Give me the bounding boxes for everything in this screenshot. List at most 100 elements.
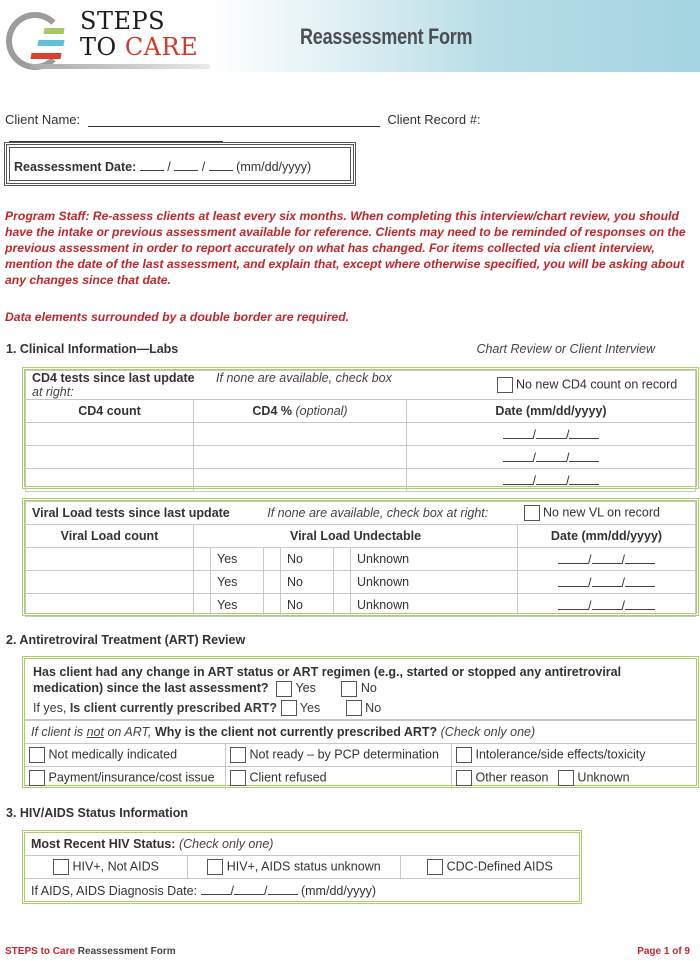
vl-yes-checkbox[interactable]: [193, 547, 211, 571]
cd4-heading: CD4 tests since last update If none are …: [25, 370, 407, 400]
cd4-count-field[interactable]: [25, 445, 194, 469]
vl-heading-row: Viral Load tests since last update If no…: [25, 501, 696, 525]
reason-label: Intolerance/side effects/toxicity: [475, 747, 646, 762]
cd4-date-field[interactable]: / /: [406, 422, 696, 446]
page-number: Page 1 of 9: [637, 946, 690, 957]
table-row: / /: [25, 468, 696, 492]
logo-line1: STEPS: [80, 7, 166, 35]
cd4-percent-field[interactable]: [193, 445, 407, 469]
hiv-option-label: HIV+, Not AIDS: [72, 859, 159, 874]
vl-date-field[interactable]: / /: [517, 570, 696, 594]
hiv-option-label: CDC-Defined AIDS: [446, 859, 553, 874]
reason-item: Client refused: [225, 766, 452, 790]
reason-checkbox[interactable]: [456, 747, 472, 764]
art-q2-prefix: If yes,: [33, 700, 67, 715]
hiv-status-hint: (Check only one): [175, 837, 274, 851]
logo-step-red-icon: [30, 53, 62, 59]
art-q1: Has client had any change in ART status …: [33, 664, 688, 697]
vl-unknown-checkbox[interactable]: [333, 547, 351, 571]
vl-yes-checkbox[interactable]: [193, 593, 211, 617]
date-format-hint: (mm/dd/yyyy): [236, 160, 312, 174]
reassessment-day-field[interactable]: [174, 158, 199, 171]
hiv-option-checkbox[interactable]: [53, 859, 69, 875]
art-q3-not: not: [86, 725, 104, 740]
staff-instructions: Program Staff: Re-assess clients at leas…: [5, 209, 686, 287]
client-name-label: Client Name:: [5, 112, 81, 127]
art-q1-yes-checkbox[interactable]: [276, 680, 292, 697]
vl-count-field[interactable]: [25, 547, 194, 571]
reason-checkbox[interactable]: [456, 770, 472, 787]
reason-checkbox[interactable]: [230, 770, 246, 787]
vl-no-checkbox[interactable]: [263, 570, 281, 594]
hiv-option: HIV+, AIDS status unknown: [187, 855, 401, 879]
vl-no-label: No: [280, 547, 334, 571]
cd4-count-field[interactable]: [25, 468, 194, 492]
art-q1-no-checkbox[interactable]: [341, 680, 358, 697]
vl-no-checkbox[interactable]: [263, 547, 281, 571]
client-name-field[interactable]: [87, 112, 380, 127]
reassessment-month-field[interactable]: [139, 158, 164, 171]
reason-checkbox[interactable]: [29, 747, 45, 764]
hiv-status-label: Most Recent HIV Status:: [31, 837, 176, 851]
art-q1-text: Has client had any change in ART status …: [33, 665, 622, 695]
reason-checkbox[interactable]: [230, 747, 246, 764]
vl-yes-checkbox[interactable]: [193, 570, 211, 594]
logo-line2a: TO: [80, 33, 125, 61]
art-q3-hint: (Check only one): [437, 725, 536, 740]
hiv-option-checkbox[interactable]: [427, 859, 444, 875]
reason-row: Payment/insurance/cost issue Client refu…: [25, 766, 696, 790]
cd4-heading-row: CD4 tests since last update If none are …: [25, 370, 696, 400]
reason-label: Not medically indicated: [48, 747, 178, 762]
client-record-field[interactable]: [9, 127, 223, 142]
aids-year-field[interactable]: [267, 882, 298, 895]
vl-date-field[interactable]: / /: [517, 547, 696, 571]
cd4-percent-field[interactable]: [193, 468, 407, 492]
hiv-option-checkbox[interactable]: [207, 859, 224, 875]
vl-box: Viral Load tests since last update If no…: [22, 498, 699, 617]
hiv-status-options-row: HIV+, Not AIDS HIV+, AIDS status unknown…: [25, 855, 579, 879]
date-separator: /: [201, 160, 206, 174]
art-q3-prefix-b: on ART,: [103, 725, 152, 740]
reason-item: Not medically indicated: [25, 743, 226, 768]
art-q2-yes-checkbox[interactable]: [280, 700, 297, 717]
logo-underline: [30, 64, 210, 69]
table-row: Yes No Unknown / /: [25, 593, 696, 617]
section1-title-text: 1. Clinical Information—Labs: [6, 342, 179, 356]
vl-date-field[interactable]: / /: [517, 593, 696, 617]
vl-no-checkbox[interactable]: [263, 593, 281, 617]
reason-label: Not ready – by PCP determination: [249, 747, 439, 762]
logo-line2b: CARE: [124, 33, 199, 61]
page-title: Reassessment Form: [300, 24, 473, 49]
table-row: Yes No Unknown / /: [25, 547, 696, 571]
art-q1-yes-label: Yes: [295, 681, 316, 695]
vl-none-checkbox[interactable]: [523, 505, 540, 521]
aids-month-field[interactable]: [200, 882, 231, 895]
cd4-date-field[interactable]: / /: [406, 468, 696, 492]
hiv-status-table: Most Recent HIV Status: (Check only one)…: [25, 833, 579, 901]
hiv-status-box: Most Recent HIV Status: (Check only one)…: [22, 830, 582, 904]
col-cd4-optional: (optional): [295, 404, 348, 418]
logo: STEPS TO CARE: [80, 8, 198, 60]
vl-unknown-checkbox[interactable]: [333, 593, 351, 617]
vl-none-cell: No new VL on record: [517, 501, 696, 525]
cd4-date-field[interactable]: / /: [406, 445, 696, 469]
reassessment-year-field[interactable]: [208, 158, 233, 171]
date-separator: /: [167, 160, 171, 174]
aids-day-field[interactable]: [234, 882, 265, 895]
vl-table: Viral Load tests since last update If no…: [25, 501, 696, 617]
vl-count-field[interactable]: [25, 570, 194, 594]
vl-unknown-checkbox[interactable]: [333, 570, 351, 594]
cd4-box: CD4 tests since last update If none are …: [22, 367, 699, 492]
reason-label: Unknown: [577, 770, 630, 785]
cd4-count-field[interactable]: [25, 422, 194, 446]
reason-checkbox[interactable]: [557, 770, 574, 787]
cd4-none-label: No new CD4 count on record: [515, 377, 678, 392]
section2-title-text: 2. Antiretroviral Treatment (ART) Review: [6, 633, 246, 647]
client-record-label: Client Record #:: [387, 112, 481, 127]
reason-checkbox[interactable]: [29, 770, 45, 787]
cd4-percent-field[interactable]: [193, 422, 407, 446]
cd4-none-checkbox[interactable]: [496, 377, 513, 393]
art-q2-no-checkbox[interactable]: [345, 700, 362, 717]
vl-count-field[interactable]: [25, 593, 194, 617]
col-cd4-percent-text: CD4 %: [252, 404, 292, 418]
